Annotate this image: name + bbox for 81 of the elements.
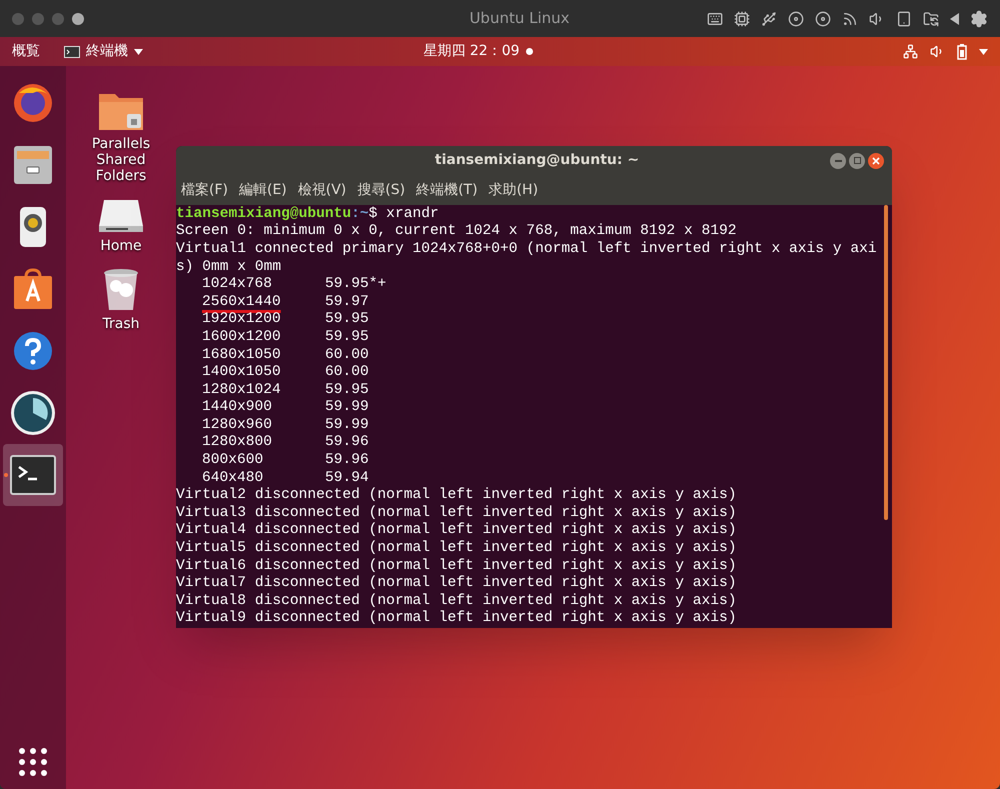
menu-item[interactable]: 搜尋(S): [357, 180, 406, 201]
folder-icon[interactable]: [923, 10, 939, 26]
desktop-icon-label[interactable]: Trash: [85, 316, 157, 332]
caret-icon[interactable]: [979, 48, 988, 54]
refresh-rate-text: 59.95*+: [325, 276, 386, 294]
shopping-bag-icon: [11, 267, 55, 311]
output-line: Virtual6 disconnected (normal left inverted right x axis y axis): [176, 558, 738, 575]
refresh-rate-text: 59.95: [325, 311, 369, 329]
desktop-icon-label[interactable]: Parallels Shared Folders: [85, 136, 157, 184]
output-line: Virtual8 disconnected (normal left inverted right x axis y axis): [176, 592, 738, 610]
menu-item[interactable]: 終端機(T): [416, 180, 478, 201]
refresh-rate-text: 59.95: [325, 328, 369, 346]
refresh-rate-text: 59.99: [325, 399, 369, 417]
network-icon[interactable]: [903, 44, 918, 59]
browser-icon: [11, 81, 55, 125]
output-line: Virtual9 disconnected (normal left inverted right x axis y axis): [176, 610, 738, 628]
terminal-icon: [64, 46, 80, 58]
output-line: Virtual1 connected primary 1024x768+0+0 (normal left inverted right x axis y axi: [176, 240, 878, 259]
resolution-text: 800x600: [202, 452, 264, 470]
output-line: Virtual2 disconnected (normal left inverted right x axis y axis): [176, 487, 738, 505]
refresh-rate-text: 59.99: [325, 416, 369, 434]
resolution-text: 1600x1200: [202, 328, 282, 346]
fullscreen-button[interactable]: [72, 12, 84, 24]
command-text: $ xrandr: [368, 206, 439, 224]
gauge-icon: [9, 389, 57, 437]
window-title: Ubuntu Linux: [468, 8, 571, 30]
resolution-text: 2560x1440: [202, 294, 282, 312]
minimize-button[interactable]: [830, 152, 846, 169]
output-line: Virtual4 disconnected (normal left inverted right x axis y axis): [176, 522, 738, 540]
output-line: Screen 0: minimum 0 x 0, current 1024 x 768, maximum 8192 x 8192: [176, 223, 738, 241]
usb-icon[interactable]: [761, 10, 777, 26]
tablet-icon[interactable]: [896, 10, 912, 26]
caret-icon: [134, 48, 143, 54]
prompt-user: tiansemixiang@ubuntu: [176, 206, 352, 223]
output-line: s) 0mm x 0mm: [176, 258, 282, 276]
output-line: Virtual7 disconnected (normal left inverted right x axis y axis): [176, 575, 738, 593]
terminal-icon: [10, 455, 56, 495]
resolution-text: 1440x900: [202, 399, 274, 417]
apps-grid-icon[interactable]: [18, 747, 48, 777]
menu-item[interactable]: 編輯(E): [238, 180, 287, 201]
resolution-text: 1024x768: [202, 276, 274, 294]
resolution-text: 640x480: [202, 470, 264, 487]
output-line: Virtual5 disconnected (normal left inverted right x axis y axis): [176, 540, 738, 558]
drive-icon: [98, 198, 144, 234]
output-line: Virtual3 disconnected (normal left inverted right x axis y axis): [176, 504, 738, 522]
refresh-rate-text: 59.96: [325, 452, 369, 470]
refresh-rate-text: 59.97: [325, 294, 369, 312]
close-icon: [872, 156, 880, 165]
resolution-text: 1280x960: [202, 416, 274, 434]
triangle-icon[interactable]: [950, 12, 959, 24]
signal-icon[interactable]: [842, 10, 858, 26]
app-menu[interactable]: 終端機: [64, 41, 143, 62]
clock[interactable]: 星期四 22：09: [423, 41, 520, 62]
menu-item[interactable]: 檢視(V): [298, 180, 346, 201]
battery-icon[interactable]: [957, 44, 967, 60]
settings-icon[interactable]: [970, 10, 988, 28]
chip-icon[interactable]: [734, 10, 750, 26]
resolution-text: 1280x1024: [202, 382, 282, 400]
file-cabinet-icon: [11, 143, 55, 187]
close-button[interactable]: [868, 152, 884, 169]
resolution-text: 1920x1200: [202, 311, 282, 329]
activities-button[interactable]: 概覧: [12, 41, 40, 62]
refresh-rate-text: 59.96: [325, 434, 369, 452]
refresh-rate-text: 59.95: [325, 382, 369, 400]
resolution-text: 1400x1050: [202, 364, 282, 382]
keyboard-icon[interactable]: [707, 10, 723, 26]
refresh-rate-text: 60.00: [325, 346, 369, 364]
dock-item[interactable]: [3, 444, 63, 506]
window-title: tiansemixiang@ubuntu: ~: [434, 151, 640, 170]
desktop-icon-label[interactable]: Home: [85, 238, 157, 254]
refresh-rate-text: 59.94: [325, 470, 369, 487]
prompt-path: :~: [351, 206, 369, 224]
help-icon: [11, 329, 55, 373]
menu-item[interactable]: 檔案(F): [181, 180, 228, 201]
resolution-text: 1280x800: [202, 434, 274, 452]
disc-icon[interactable]: [788, 10, 804, 26]
refresh-rate-text: 60.00: [325, 364, 369, 382]
menu-item[interactable]: 求助(H): [488, 180, 538, 201]
resolution-text: 1680x1050: [202, 346, 282, 364]
trash-icon: [102, 268, 140, 312]
disc-icon[interactable]: [815, 10, 831, 26]
